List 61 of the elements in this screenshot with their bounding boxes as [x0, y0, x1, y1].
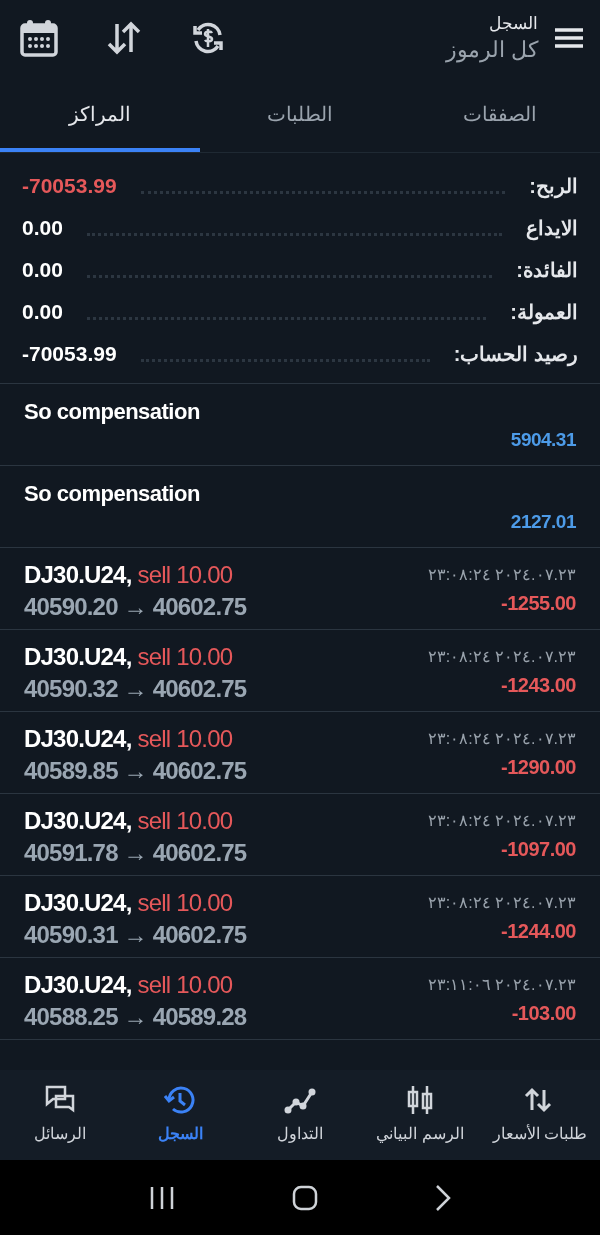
deal-profit: -1243.00: [501, 672, 576, 698]
deal-symbol: DJ30.U24,: [24, 641, 132, 672]
deal-symbol: DJ30.U24,: [24, 805, 132, 836]
deal-prices: 40590.31 → 40602.75: [24, 920, 247, 949]
deal-time: ٢٣:٠٨:٢٤ ٢٠٢٤.٠٧.٢٣: [427, 646, 576, 667]
operation-amount: 5904.31: [510, 427, 576, 452]
calendar-icon[interactable]: [20, 18, 58, 57]
operation-title: So compensation: [24, 479, 200, 508]
deal-profit: -1255.00: [501, 590, 576, 616]
symbol-filter[interactable]: كل الرموز: [445, 35, 538, 64]
deal-profit: -1290.00: [501, 754, 576, 780]
nav-tab[interactable]: السجل: [120, 1070, 240, 1160]
deal-order: sell 10.00: [137, 723, 233, 754]
deal-time: ٢٣:٠٨:٢٤ ٢٠٢٤.٠٧.٢٣: [427, 564, 576, 585]
tab[interactable]: الطلبات: [200, 75, 400, 152]
deal-time: ٢٣:٠٨:٢٤ ٢٠٢٤.٠٧.٢٣: [427, 810, 576, 831]
operation-amount: 2127.01: [510, 509, 576, 534]
sort-arrows-icon[interactable]: [106, 19, 142, 56]
home-icon[interactable]: [292, 1184, 318, 1211]
deal-order: sell 10.00: [137, 641, 233, 672]
deal-prices: 40591.78 → 40602.75: [24, 838, 247, 867]
deal-order: sell 10.00: [137, 805, 233, 836]
summary-value: 0.00: [22, 257, 63, 284]
deal-order: sell 10.00: [137, 559, 233, 590]
deal-symbol: DJ30.U24,: [24, 887, 132, 918]
deal-profit: -103.00: [511, 1000, 576, 1026]
recent-apps-icon[interactable]: [148, 1185, 175, 1210]
deal-prices: 40589.85 → 40602.75: [24, 756, 247, 785]
back-icon[interactable]: [435, 1183, 452, 1212]
deal-symbol: DJ30.U24,: [24, 723, 132, 754]
deal-symbol: DJ30.U24,: [24, 969, 132, 1000]
deal-prices: 40590.32 → 40602.75: [24, 674, 247, 703]
summary-label: الفائدة:: [516, 258, 578, 283]
tab[interactable]: الصفقات: [400, 75, 600, 152]
nav-tab[interactable]: الرسم البياني: [360, 1070, 480, 1160]
summary-value: 0.00: [22, 299, 63, 326]
summary-value: -70053.99: [22, 341, 117, 368]
nav-tab[interactable]: التداول: [240, 1070, 360, 1160]
deal-prices: 40590.20 → 40602.75: [24, 592, 247, 621]
summary-value: -70053.99: [22, 173, 117, 200]
nav-tab[interactable]: الرسائل: [0, 1070, 120, 1160]
deal-prices: 40588.25 → 40589.28: [24, 1002, 247, 1031]
deal-time: ٢٣:١١:٠٦ ٢٠٢٤.٠٧.٢٣: [427, 974, 576, 995]
summary-value: 0.00: [22, 215, 63, 242]
deal-order: sell 10.00: [137, 969, 233, 1000]
deal-time: ٢٣:٠٨:٢٤ ٢٠٢٤.٠٧.٢٣: [427, 728, 576, 749]
nav-tab[interactable]: طلبات الأسعار: [480, 1070, 600, 1160]
deal-symbol: DJ30.U24,: [24, 559, 132, 590]
history-icon: [164, 1084, 196, 1116]
deal-profit: -1244.00: [501, 918, 576, 944]
operation-title: So compensation: [24, 397, 200, 426]
screen-title: السجل: [489, 12, 538, 35]
summary-label: الايداع: [526, 216, 578, 243]
summary-label: الربح:: [529, 174, 578, 201]
deal-profit: -1097.00: [501, 836, 576, 862]
deal-order: sell 10.00: [137, 887, 233, 918]
summary-label: العمولة:: [510, 300, 578, 327]
tab[interactable]: المراكز: [0, 75, 200, 152]
menu-icon[interactable]: [554, 26, 584, 49]
deal-time: ٢٣:٠٨:٢٤ ٢٠٢٤.٠٧.٢٣: [427, 892, 576, 913]
summary-label: رصيد الحساب:: [453, 342, 578, 369]
